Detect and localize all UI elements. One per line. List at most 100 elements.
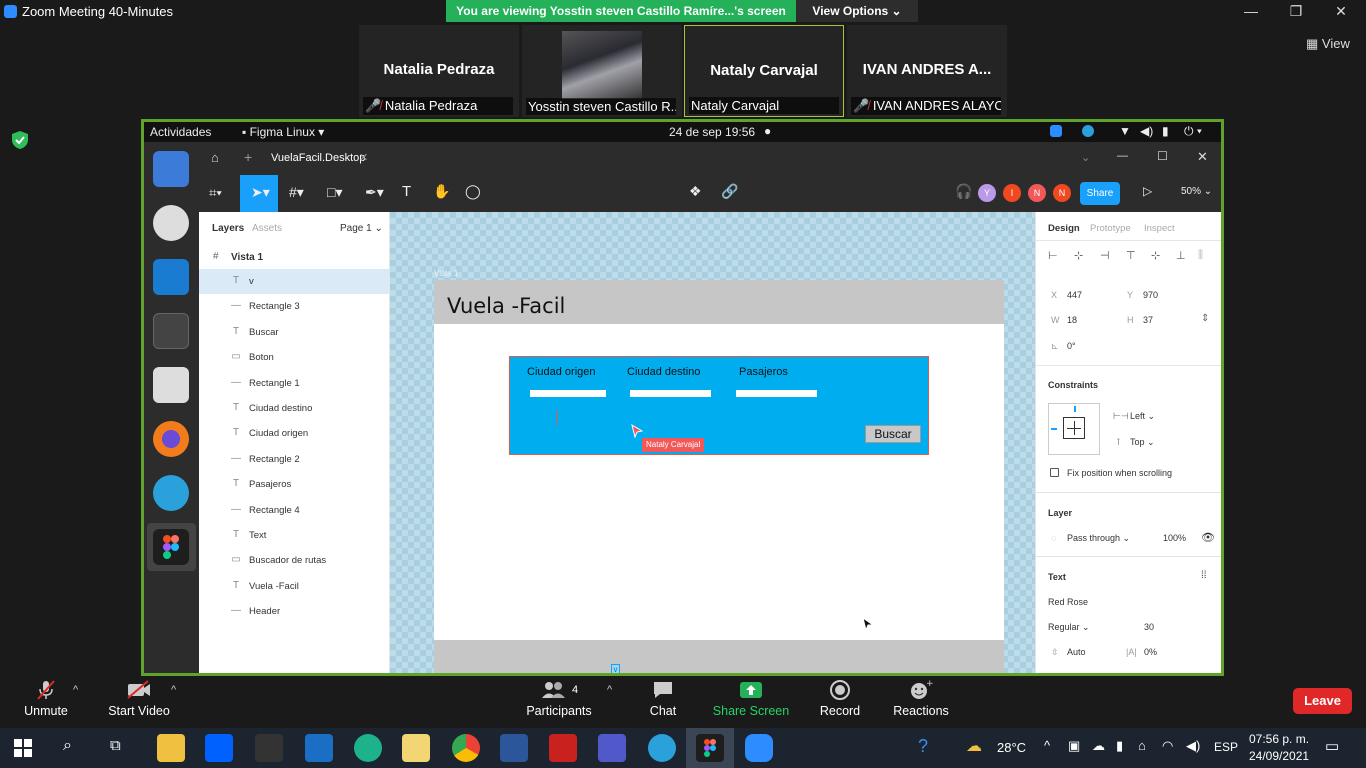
chat-button[interactable]: Chat bbox=[640, 676, 686, 718]
avatar[interactable]: Y bbox=[978, 184, 996, 202]
w-input[interactable]: 18 bbox=[1067, 315, 1077, 325]
acrobat-icon[interactable] bbox=[549, 734, 577, 762]
text-styles-grid-icon[interactable]: ⁞⁞ bbox=[1201, 570, 1207, 581]
frame-tool-icon[interactable]: #▾ bbox=[289, 184, 304, 201]
onedrive-icon[interactable]: ☁ bbox=[1092, 738, 1105, 754]
language-indicator[interactable]: ESP bbox=[1214, 740, 1238, 754]
teams-icon[interactable] bbox=[598, 734, 626, 762]
constraints-widget[interactable] bbox=[1048, 403, 1100, 455]
chevron-down-icon[interactable]: ⌄ bbox=[1081, 151, 1090, 164]
layer-row[interactable]: — Header bbox=[199, 599, 389, 624]
network-icon[interactable]: ⌂ bbox=[1138, 738, 1146, 753]
layer-row[interactable]: T Buscar bbox=[199, 320, 389, 345]
edge-beta-icon[interactable] bbox=[354, 734, 382, 762]
x-input[interactable]: 447 bbox=[1067, 290, 1082, 300]
word-icon[interactable] bbox=[500, 734, 528, 762]
rotation-input[interactable]: 0° bbox=[1067, 341, 1076, 351]
minimize-icon[interactable]: — bbox=[1236, 2, 1266, 20]
task-view-icon[interactable]: ⧉ bbox=[110, 737, 121, 754]
mail-icon[interactable] bbox=[305, 734, 333, 762]
layer-row[interactable]: Tv bbox=[199, 269, 389, 294]
firefox-icon[interactable] bbox=[153, 421, 189, 457]
constraint-top-marker[interactable] bbox=[1074, 406, 1076, 412]
vscode-icon[interactable] bbox=[153, 259, 189, 295]
video-options-chevron-icon[interactable]: ^ bbox=[171, 684, 176, 696]
tab-design[interactable]: Design bbox=[1048, 223, 1080, 234]
footer-bar[interactable]: v bbox=[434, 640, 1004, 673]
participant-tile[interactable]: Natalia Pedraza 🎤̸ Natalia Pedraza bbox=[359, 25, 519, 117]
files-app-icon[interactable] bbox=[402, 734, 430, 762]
maximize-icon[interactable]: ❐ bbox=[1281, 2, 1311, 20]
layer-row[interactable]: T Ciudad origen bbox=[199, 421, 389, 446]
hand-tool-icon[interactable]: ✋ bbox=[433, 183, 450, 200]
destination-label[interactable]: Ciudad destino bbox=[627, 366, 700, 378]
layer-row[interactable]: — Rectangle 2 bbox=[199, 447, 389, 472]
pen-tool-icon[interactable]: ✒▾ bbox=[365, 184, 384, 201]
destination-field[interactable] bbox=[630, 390, 711, 397]
layer-row[interactable]: T Ciudad destino bbox=[199, 396, 389, 421]
align-right-icon[interactable]: ⊣ bbox=[1100, 249, 1110, 262]
passengers-label[interactable]: Pasajeros bbox=[739, 366, 788, 378]
taskbar-date[interactable]: 24/09/2021 bbox=[1249, 749, 1309, 763]
blend-mode-select[interactable]: Pass through ⌄ bbox=[1067, 533, 1130, 544]
close-icon[interactable]: ✕ bbox=[1197, 149, 1208, 165]
notifications-icon[interactable]: ▭ bbox=[1325, 737, 1339, 755]
layer-row[interactable]: — Rectangle 1 bbox=[199, 371, 389, 396]
present-icon[interactable]: ▷ bbox=[1143, 184, 1152, 198]
main-menu-icon[interactable]: ⌗▾ bbox=[209, 185, 222, 201]
tab-assets[interactable]: Assets bbox=[252, 223, 282, 234]
security-shield-icon[interactable] bbox=[12, 131, 28, 149]
zoom-level[interactable]: 50% ⌄ bbox=[1181, 186, 1212, 197]
distribute-icon[interactable]: ⫼ bbox=[1198, 249, 1203, 262]
tab-layers[interactable]: Layers bbox=[212, 223, 244, 234]
layer-row[interactable]: ▭ Boton bbox=[199, 345, 389, 370]
wifi-icon[interactable]: ▼ bbox=[1119, 124, 1131, 138]
maximize-icon[interactable]: ☐ bbox=[1157, 149, 1168, 163]
app-bolt-icon[interactable] bbox=[255, 734, 283, 762]
link-icon[interactable]: 🔗 bbox=[721, 183, 738, 200]
font-weight-select[interactable]: Regular ⌄ bbox=[1048, 622, 1090, 633]
temperature[interactable]: 28°C bbox=[997, 740, 1026, 755]
view-button[interactable]: ▦ View bbox=[1306, 36, 1350, 52]
home-icon[interactable]: ⌂ bbox=[211, 150, 219, 165]
zoom-tray-icon[interactable] bbox=[1050, 125, 1062, 137]
leave-button[interactable]: Leave bbox=[1293, 688, 1352, 714]
avatar[interactable]: N bbox=[1028, 184, 1046, 202]
minimize-icon[interactable]: — bbox=[1117, 150, 1128, 162]
layer-row[interactable]: ▭ Buscador de rutas bbox=[199, 548, 389, 573]
tasks-app-icon[interactable] bbox=[153, 151, 189, 187]
h-input[interactable]: 37 bbox=[1143, 315, 1153, 325]
origin-label[interactable]: Ciudad origen bbox=[527, 366, 596, 378]
align-top-icon[interactable]: ⊤ bbox=[1126, 249, 1136, 262]
shape-tool-icon[interactable]: □▾ bbox=[327, 184, 342, 201]
page-selector[interactable]: Page 1 ⌄ bbox=[340, 223, 383, 234]
design-canvas[interactable]: Vista 1 Vuela -Facil Ciudad origen Ciuda… bbox=[390, 212, 1035, 673]
align-bottom-icon[interactable]: ⊥ bbox=[1176, 249, 1186, 262]
participant-tile[interactable]: IVAN ANDRES A... 🎤̸ IVAN ANDRES ALAYO... bbox=[847, 25, 1007, 117]
help-icon[interactable]: ? bbox=[918, 736, 928, 757]
search-button[interactable]: Buscar bbox=[865, 425, 921, 443]
audio-options-chevron-icon[interactable]: ^ bbox=[73, 684, 78, 696]
headphones-icon[interactable]: 🎧 bbox=[955, 183, 972, 200]
participants-chevron-icon[interactable]: ^ bbox=[607, 684, 612, 696]
terminal-icon[interactable] bbox=[153, 313, 189, 349]
origin-field[interactable] bbox=[530, 390, 606, 397]
avatar[interactable]: N bbox=[1053, 184, 1071, 202]
clock-app-icon[interactable] bbox=[153, 205, 189, 241]
close-tab-icon[interactable]: ✕ bbox=[359, 151, 368, 164]
font-family-select[interactable]: Red Rose bbox=[1048, 597, 1088, 607]
component-icon[interactable]: ❖ bbox=[689, 183, 702, 200]
telegram-icon[interactable] bbox=[648, 734, 676, 762]
files-icon[interactable] bbox=[153, 367, 189, 403]
horizontal-constraint-select[interactable]: Left ⌄ bbox=[1130, 411, 1155, 422]
layer-row[interactable]: — Rectangle 3 bbox=[199, 294, 389, 319]
activities-button[interactable]: Actividades bbox=[150, 125, 211, 139]
eye-icon[interactable]: 👁 bbox=[1201, 531, 1215, 544]
constrain-proportions-icon[interactable]: ⇕ bbox=[1201, 313, 1209, 324]
file-explorer-icon[interactable] bbox=[157, 734, 185, 762]
power-icon[interactable]: ⏻ ▾ bbox=[1184, 124, 1202, 139]
header-title[interactable]: Vuela -Facil bbox=[447, 294, 565, 318]
dropbox-icon[interactable] bbox=[205, 734, 233, 762]
weather-icon[interactable]: ☁ bbox=[966, 736, 982, 756]
volume-icon[interactable]: ◀) bbox=[1186, 738, 1200, 754]
